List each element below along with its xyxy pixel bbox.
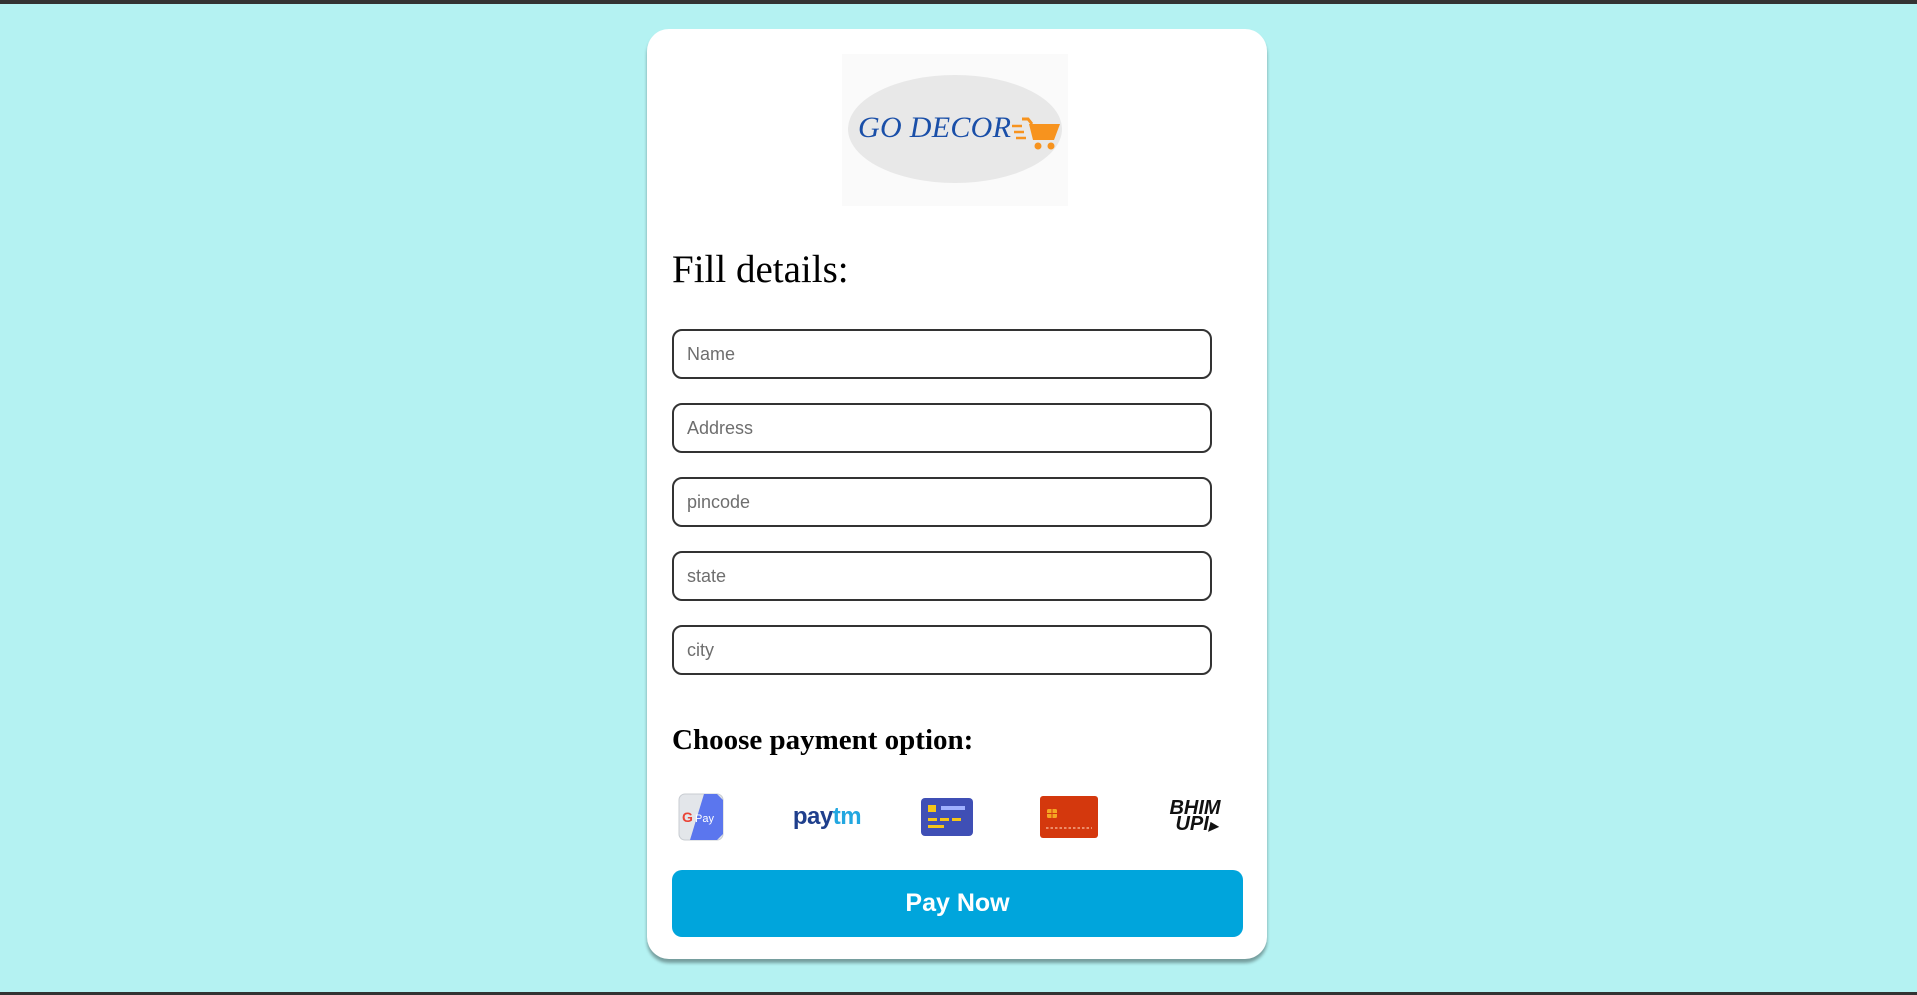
city-input[interactable] xyxy=(672,625,1212,675)
google-pay-option[interactable]: G Pay xyxy=(677,789,725,845)
bhim-upi-icon: BHIM UPI▶ xyxy=(1169,797,1221,835)
credit-card-icon xyxy=(921,798,973,836)
paytm-option[interactable]: paytm xyxy=(787,789,867,845)
address-input[interactable] xyxy=(672,403,1212,453)
pay-now-button[interactable]: Pay Now xyxy=(672,870,1243,937)
debit-card-icon xyxy=(1040,796,1098,838)
window-top-border xyxy=(0,0,1917,4)
pincode-input[interactable] xyxy=(672,477,1212,527)
logo-text: GO DECOR xyxy=(858,111,1012,144)
debit-card-option[interactable] xyxy=(1038,789,1100,845)
payment-heading: Choose payment option: xyxy=(672,724,974,756)
name-input[interactable] xyxy=(672,329,1212,379)
google-pay-icon: G Pay xyxy=(678,793,724,841)
bhim-upi-option[interactable]: BHIM UPI▶ xyxy=(1159,789,1231,845)
brand-logo: GO DECOR xyxy=(842,54,1068,206)
state-input[interactable] xyxy=(672,551,1212,601)
shopping-cart-icon xyxy=(1012,117,1060,150)
checkout-card: GO DECOR Fill details: Choose payment op… xyxy=(647,29,1267,959)
credit-card-option[interactable] xyxy=(919,789,975,845)
svg-text:Pay: Pay xyxy=(695,813,714,825)
paytm-icon: paytm xyxy=(792,803,862,830)
form-heading: Fill details: xyxy=(672,248,849,291)
svg-text:G: G xyxy=(682,809,693,825)
